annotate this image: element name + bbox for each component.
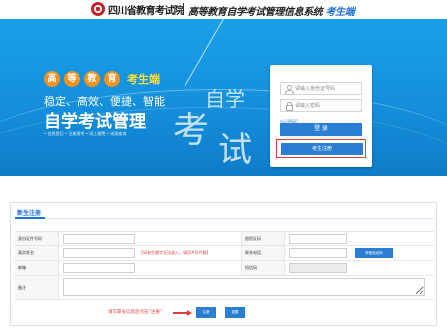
word-art-stroke (184, 19, 226, 86)
word-art-text: 考 (173, 110, 210, 151)
badge-tag: 考生端 (127, 73, 160, 86)
tab-underline (15, 218, 434, 219)
user-icon (285, 85, 294, 94)
id-number-input[interactable] (295, 84, 359, 93)
form-row: 备注 (15, 276, 434, 300)
candidate-register-button[interactable]: 考生注册 (281, 143, 363, 155)
header-divider (183, 3, 184, 15)
real-name-input[interactable] (63, 248, 135, 258)
form-row: 身份证件号码 图验证码 (15, 231, 434, 246)
captcha-label: 图验证码 (241, 232, 285, 245)
id-number-field[interactable] (280, 82, 362, 95)
registration-panel: 新生注册 身份证件号码 图验证码 真实姓名 【如有生僻字无法录入，请用#号代替】… (10, 202, 437, 326)
arrow-right-icon (173, 310, 193, 316)
password-input[interactable] (295, 101, 359, 110)
register-button[interactable]: 注册 (196, 307, 216, 318)
lock-icon (285, 102, 293, 111)
sms-code-input[interactable] (289, 263, 347, 273)
email-input[interactable] (63, 263, 135, 273)
hero-banner: 高 等 教 育 考生端 稳定、高效、便捷、智能 自学考试管理 • 信息登记 • … (0, 19, 447, 176)
word-art-text: 试 (218, 130, 252, 170)
exam-authority-logo-icon (91, 2, 105, 16)
page: 四川省教育考试院 SICHUAN EDUCATION EXAMINATION A… (0, 0, 447, 330)
form-row: 真实姓名 【如有生僻字无法录入，请用#号代替】 联系电话 获取验证码 (15, 246, 434, 261)
form-row: 邮箱 短信码 (15, 261, 434, 276)
submit-notice: 请可靠号信息后点击“注册” (108, 310, 163, 315)
system-title-suffix: 考生端 (325, 7, 355, 18)
banner-steps: • 信息登记 • 注册报考 • 网上缴费 • 成绩查询 (44, 131, 127, 136)
phone-input[interactable] (289, 248, 347, 258)
banner-badges: 高 等 教 育 考生端 (44, 71, 160, 87)
phone-label: 联系电话 (241, 246, 285, 260)
remark-label: 备注 (15, 276, 59, 299)
tab-new-registration[interactable]: 新生注册 (17, 208, 41, 217)
send-code-button[interactable]: 获取验证码 (355, 248, 393, 258)
login-button[interactable]: 登 录 (280, 123, 362, 136)
banner-title: 自学考试管理 (44, 112, 146, 132)
register-highlight-frame: 考生注册 (276, 139, 366, 158)
word-art-text: 自学 (205, 87, 245, 111)
email-label: 邮箱 (15, 261, 59, 275)
system-title: 高等教育自学考试管理信息系统 考生端 (188, 3, 355, 18)
name-hint: 【如有生僻字无法录入，请用#号代替】 (139, 250, 211, 255)
id-number-label: 身份证件号码 (15, 232, 59, 245)
reg-id-number-input[interactable] (63, 234, 135, 244)
captcha-input[interactable] (289, 234, 347, 244)
reset-button[interactable]: 重置 (225, 307, 245, 318)
system-title-prefix: 高等教育自学考试管理信息系统 (188, 7, 323, 18)
sms-code-label: 短信码 (241, 261, 285, 275)
badge-circle: 育 (104, 71, 120, 87)
top-header: 四川省教育考试院 SICHUAN EDUCATION EXAMINATION A… (0, 0, 447, 18)
badge-circle: 教 (84, 71, 100, 87)
login-card: 忘记密码? 登 录 考生注册 (270, 65, 372, 167)
badge-circle: 等 (64, 71, 80, 87)
tab-active-indicator (15, 217, 45, 219)
real-name-label: 真实姓名 (15, 246, 59, 260)
password-field[interactable] (280, 99, 362, 112)
org-subtitle: SICHUAN EDUCATION EXAMINATION AUTHORITY (108, 13, 157, 15)
remark-textarea[interactable] (63, 278, 425, 296)
badge-circle: 高 (44, 71, 60, 87)
